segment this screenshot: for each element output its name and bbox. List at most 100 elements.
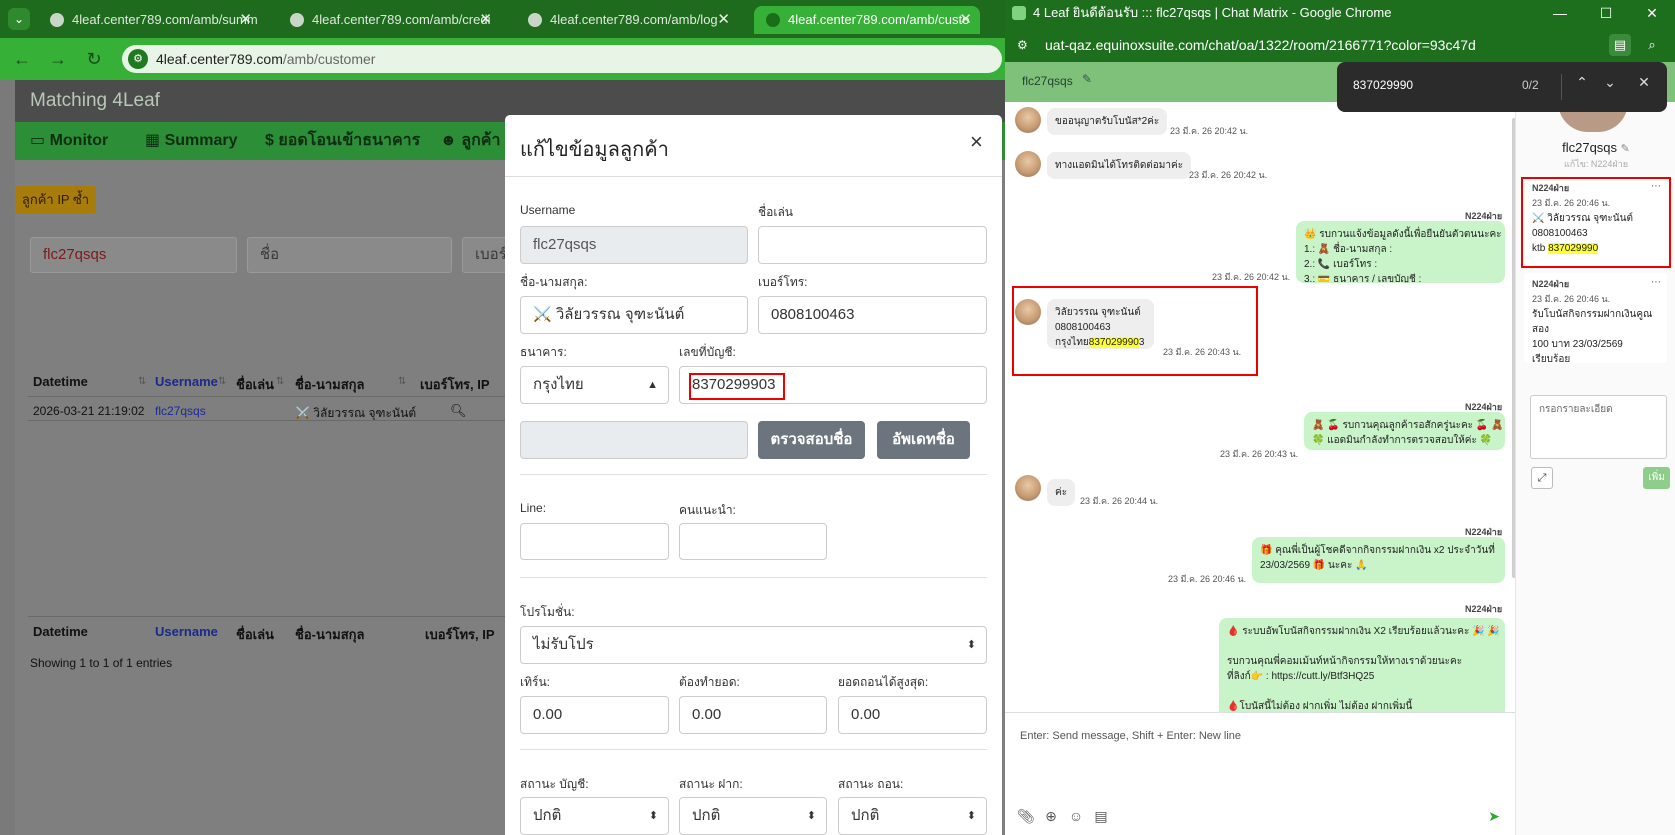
col-phone[interactable]: เบอร์โทร, IP	[420, 374, 490, 395]
line-field[interactable]	[520, 523, 669, 560]
sort-icon[interactable]: ⇅	[398, 376, 406, 387]
close-icon[interactable]: ✕	[717, 6, 730, 34]
close-icon[interactable]: ×	[970, 129, 983, 155]
sender-name: N224ฝ่าย	[1465, 604, 1503, 614]
col-fullname[interactable]: ชื่อ-นามสกุล	[295, 374, 365, 395]
maximize-icon[interactable]: ☐	[1583, 0, 1629, 26]
nav-bank-deposit[interactable]: $ ยอดโอนเข้าธนาคาร	[265, 122, 420, 160]
attachment-icon[interactable]: 📎︎	[1017, 807, 1035, 825]
update-name-button[interactable]: อัพเดทชื่อ	[877, 421, 970, 459]
close-icon[interactable]: ✕	[479, 6, 492, 34]
turnover-field[interactable]: 0.00	[520, 696, 669, 734]
site-info-icon[interactable]: ⚙	[128, 49, 148, 69]
bank-select[interactable]: กรุงไทย ▲	[520, 366, 669, 404]
nav-summary[interactable]: ▦ Summary	[145, 122, 237, 160]
sort-icon[interactable]: ⇅	[218, 376, 226, 387]
chevron-down-icon[interactable]: ⌄	[1600, 74, 1620, 91]
col-datetime[interactable]: Datetime	[33, 374, 88, 389]
account-status-select[interactable]: ปกติ ⬍	[520, 797, 669, 835]
address-bar: ← → ↻ ⚙ 4leaf.center789.com/amb/customer	[0, 38, 1010, 80]
duplicate-ip-button[interactable]: ลูกค้า IP ซ้ำ	[15, 186, 96, 214]
add-note-button[interactable]: เพิ่ม	[1643, 467, 1670, 489]
page-icon[interactable]: ▤	[1609, 34, 1631, 56]
sort-icon[interactable]: ⇅	[138, 376, 146, 387]
cell-username[interactable]: flc27qsqs	[155, 404, 206, 418]
close-window-icon[interactable]: ✕	[1629, 0, 1675, 26]
message-bubble: ขออนุญาตรับโบนัส*2ค่ะ	[1047, 108, 1168, 135]
message-time: 23 มี.ค. 26 20:43 น.	[1220, 449, 1299, 459]
tab-summary[interactable]: 4leaf.center789.com/amb/summ ✕	[38, 6, 260, 34]
avatar	[1015, 475, 1041, 501]
label-account: เลขที่บัญชี:	[679, 345, 736, 359]
chat-app-icon	[1012, 6, 1026, 20]
plus-circle-icon[interactable]: ⊕	[1042, 807, 1060, 825]
url-field[interactable]: ⚙ 4leaf.center789.com/amb/customer	[122, 45, 1002, 73]
message-bubble: 🩸 ระบบอัพโบนัสกิจกรรมฝากเงิน X2 เรียบร้อ…	[1219, 618, 1505, 712]
verify-name-button[interactable]: ตรวจสอบชื่อ	[758, 421, 865, 459]
tab-customer[interactable]: 4leaf.center789.com/amb/custo ✕	[754, 6, 980, 34]
site-info-icon[interactable]: ⚙	[1017, 38, 1031, 52]
search-username-input[interactable]: flc27qsqs	[30, 237, 237, 273]
tab-search-icon[interactable]: ⌄	[8, 8, 30, 30]
close-icon[interactable]: ✕	[239, 6, 252, 34]
reload-icon[interactable]: ↻	[83, 48, 105, 70]
close-icon[interactable]: ✕	[1634, 74, 1654, 91]
verified-name-field	[520, 421, 748, 459]
search-name-input[interactable]: ชื่อ	[247, 237, 452, 273]
tab-credit[interactable]: 4leaf.center789.com/amb/credi ✕	[278, 6, 500, 34]
expand-icon[interactable]: ⤢	[1531, 467, 1553, 489]
detail-textarea[interactable]: กรอกรายละเอียด	[1530, 395, 1667, 459]
col-username[interactable]: Username	[155, 374, 218, 389]
fullname-field[interactable]: ⚔️ วิลัยวรรณ จุฑะนันต์	[520, 296, 748, 334]
tab-log[interactable]: 4leaf.center789.com/amb/log ✕	[516, 6, 738, 34]
back-icon[interactable]: ←	[11, 48, 33, 70]
message-link[interactable]: ที่ลิงก์👉 : https://cutt.ly/Btf3HQ25	[1227, 669, 1497, 684]
edit-customer-modal: แก้ไขข้อมูลลูกค้า × Username ชื่อเล่น fl…	[505, 115, 1002, 835]
phone-field[interactable]: 0808100463	[758, 296, 987, 334]
compose-input[interactable]: Enter: Send message, Shift + Enter: New …	[1020, 730, 1241, 742]
nav-monitor[interactable]: ▭ Monitor	[30, 122, 108, 160]
label-turnover: เทิร์น:	[520, 675, 550, 689]
col-nickname[interactable]: ชื่อเล่น	[236, 374, 274, 395]
select-caret-icon: ⬍	[648, 810, 658, 822]
must-turn-field[interactable]: 0.00	[679, 696, 827, 734]
calculator-icon: ▦	[145, 132, 165, 149]
globe-icon	[528, 13, 542, 27]
chat-address-bar[interactable]: ⚙ uat-qaz.equinoxsuite.com/chat/oa/1322/…	[1005, 28, 1675, 62]
nav-customer[interactable]: ☻ ลูกค้า	[440, 122, 500, 160]
edit-icon[interactable]: ✎	[1621, 143, 1630, 155]
emoji-icon[interactable]: ☺	[1067, 807, 1085, 825]
divider	[28, 616, 508, 617]
chevron-up-icon[interactable]: ⌃	[1572, 74, 1592, 91]
close-icon[interactable]: ✕	[959, 6, 972, 34]
promotion-select[interactable]: ไม่รับโปร ⬍	[520, 626, 987, 664]
nickname-field[interactable]	[758, 226, 987, 264]
compose-area[interactable]: Enter: Send message, Shift + Enter: New …	[1005, 712, 1515, 835]
more-icon[interactable]: ⋯	[1651, 275, 1661, 290]
divider	[28, 420, 508, 421]
magnifier-icon[interactable]: 🔍︎	[450, 403, 467, 419]
select-caret-icon: ⬍	[966, 639, 976, 651]
select-caret-icon: ▲	[647, 379, 658, 391]
note-card: N224ฝ่าย ⋯ 23 มี.ค. 26 20:46 น. รับโบนัส…	[1524, 273, 1667, 365]
referrer-field[interactable]	[679, 523, 827, 560]
send-icon[interactable]: ➤	[1485, 807, 1503, 825]
modal-title: แก้ไขข้อมูลลูกค้า	[520, 139, 669, 161]
divider	[520, 577, 987, 578]
max-withdraw-field[interactable]: 0.00	[838, 696, 987, 734]
globe-icon	[50, 13, 64, 27]
username-field[interactable]: flc27qsqs	[520, 226, 748, 264]
message-time: 23 มี.ค. 26 20:42 น.	[1212, 272, 1291, 282]
tab-bar: ⌄ 4leaf.center789.com/amb/summ ✕ 4leaf.ce…	[0, 0, 1010, 38]
withdraw-status-select[interactable]: ปกติ ⬍	[838, 797, 987, 835]
note-author: N224ฝ่าย	[1532, 279, 1570, 289]
sort-icon[interactable]: ⇅	[276, 376, 284, 387]
minimize-icon[interactable]: —	[1537, 0, 1583, 26]
deposit-status-select[interactable]: ปกติ ⬍	[679, 797, 827, 835]
window-title-bar: 4 Leaf ยินดีต้อนรับ ::: flc27qsqs | Chat…	[1005, 0, 1675, 28]
find-input[interactable]: 837029990	[1353, 78, 1413, 92]
file-icon[interactable]: ▤	[1092, 807, 1110, 825]
forward-icon[interactable]: →	[47, 48, 69, 70]
edit-icon[interactable]: ✎	[1082, 72, 1092, 86]
zoom-icon[interactable]: ⌕	[1641, 34, 1663, 56]
